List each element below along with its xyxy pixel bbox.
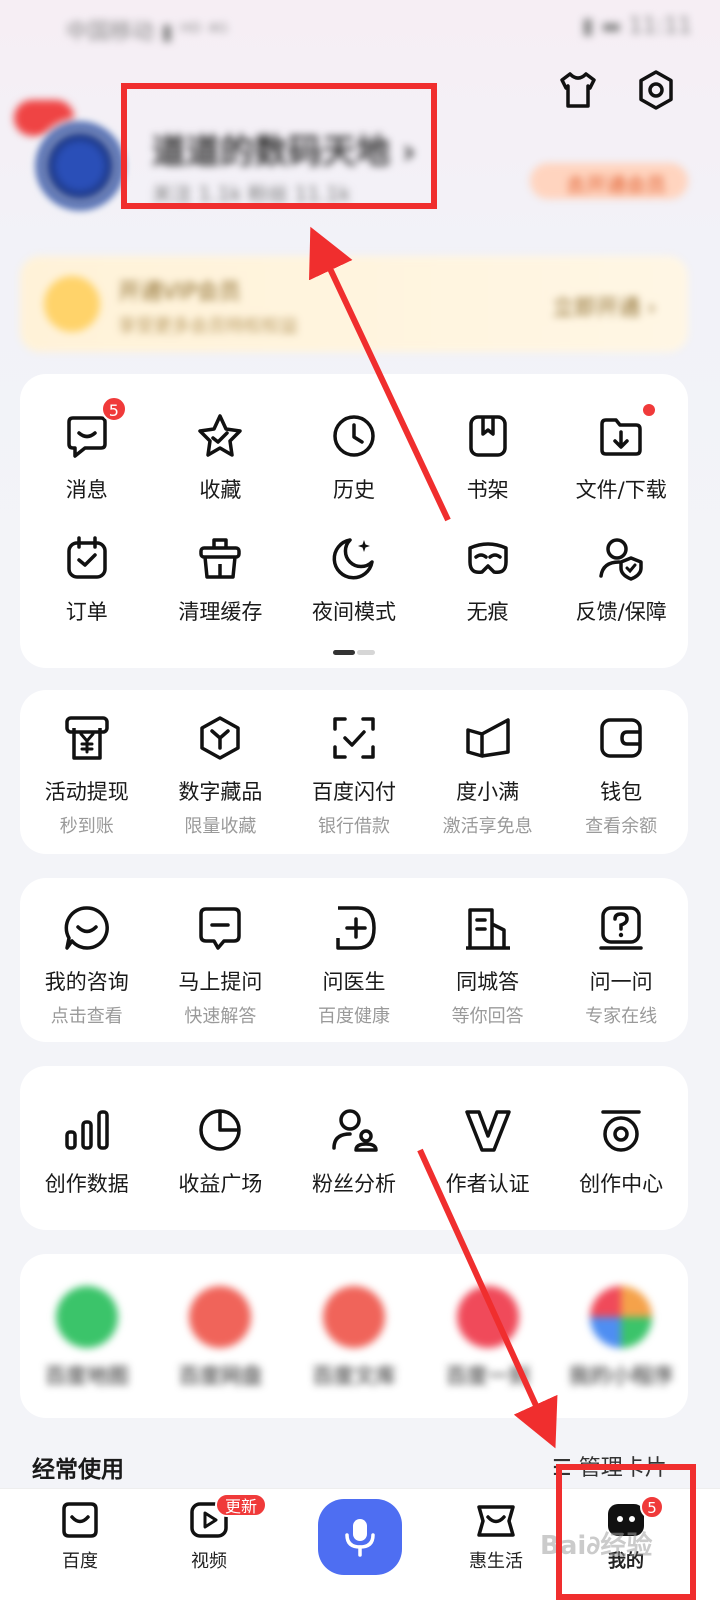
annotation-arrow-down xyxy=(417,1148,558,1449)
annotation-arrow-up xyxy=(309,226,451,522)
annotation-arrows xyxy=(309,226,558,1449)
